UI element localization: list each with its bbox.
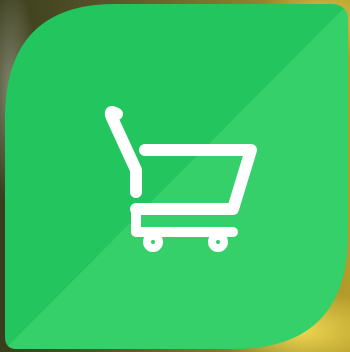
shopping-cart-app-icon[interactable] <box>5 4 348 349</box>
